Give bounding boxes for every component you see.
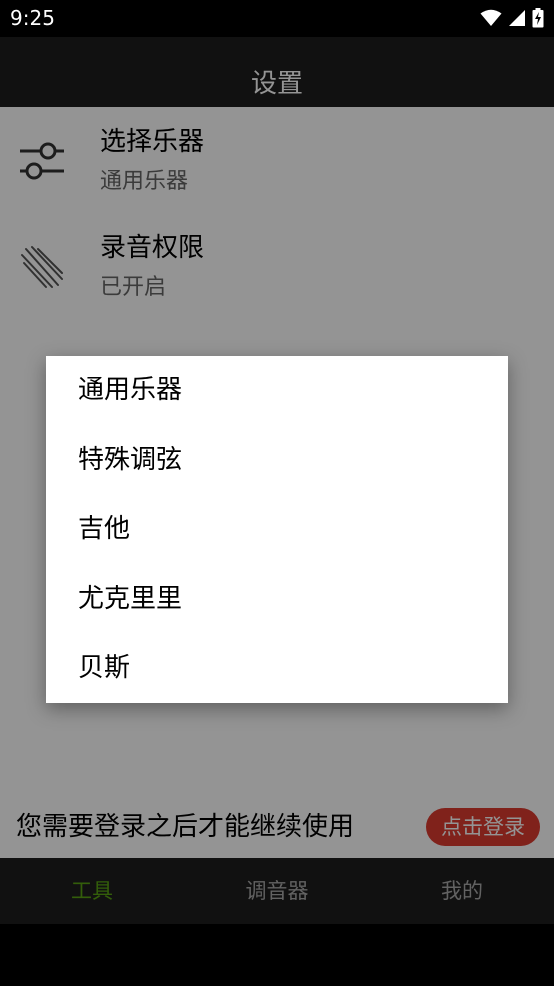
- instrument-option[interactable]: 贝斯: [46, 634, 508, 704]
- cell-signal-icon: [509, 10, 525, 26]
- status-time: 9:25: [10, 6, 55, 30]
- instrument-select-dialog: 通用乐器 特殊调弦 吉他 尤克里里 贝斯: [46, 356, 508, 703]
- instrument-option[interactable]: 尤克里里: [46, 565, 508, 635]
- system-nav-bar: [0, 924, 554, 986]
- instrument-option-label: 尤克里里: [78, 584, 183, 614]
- status-bar: 9:25: [0, 0, 554, 37]
- instrument-option[interactable]: 特殊调弦: [46, 426, 508, 496]
- instrument-option-label: 通用乐器: [78, 375, 183, 405]
- instrument-option-label: 贝斯: [78, 653, 131, 683]
- instrument-option-label: 特殊调弦: [78, 445, 183, 475]
- wifi-icon: [480, 9, 502, 26]
- battery-charging-icon: [532, 8, 544, 28]
- instrument-option[interactable]: 通用乐器: [46, 356, 508, 426]
- instrument-option-label: 吉他: [78, 514, 131, 544]
- instrument-option[interactable]: 吉他: [46, 495, 508, 565]
- status-icons: [480, 8, 544, 28]
